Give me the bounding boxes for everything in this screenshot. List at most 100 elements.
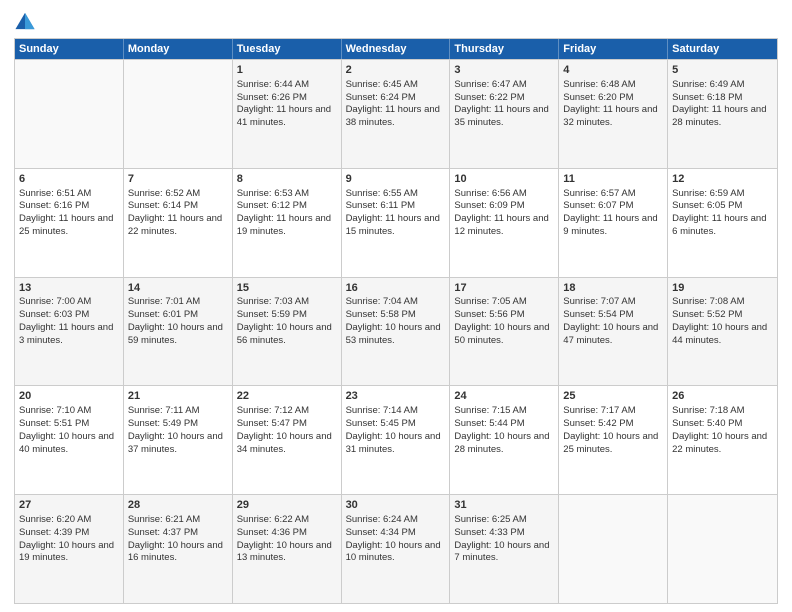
sunrise-text: Sunrise: 6:53 AM (237, 188, 309, 199)
sunset-text: Sunset: 6:12 PM (237, 200, 307, 211)
day-number: 14 (128, 281, 228, 296)
sunrise-text: Sunrise: 6:25 AM (454, 514, 526, 525)
sunset-text: Sunset: 6:16 PM (19, 200, 89, 211)
sunset-text: Sunset: 5:51 PM (19, 418, 89, 429)
sunset-text: Sunset: 6:05 PM (672, 200, 742, 211)
calendar-day-2: 2Sunrise: 6:45 AMSunset: 6:24 PMDaylight… (342, 60, 451, 168)
calendar-day-25: 25Sunrise: 7:17 AMSunset: 5:42 PMDayligh… (559, 386, 668, 494)
calendar-empty-cell (124, 60, 233, 168)
daylight-text: Daylight: 10 hours and 53 minutes. (346, 322, 441, 346)
day-number: 24 (454, 389, 554, 404)
calendar-row-3: 20Sunrise: 7:10 AMSunset: 5:51 PMDayligh… (15, 385, 777, 494)
daylight-text: Daylight: 11 hours and 35 minutes. (454, 104, 548, 128)
calendar-header-saturday: Saturday (668, 39, 777, 59)
calendar-empty-cell (15, 60, 124, 168)
calendar-day-4: 4Sunrise: 6:48 AMSunset: 6:20 PMDaylight… (559, 60, 668, 168)
calendar-header-wednesday: Wednesday (342, 39, 451, 59)
day-number: 10 (454, 172, 554, 187)
daylight-text: Daylight: 11 hours and 6 minutes. (672, 213, 766, 237)
calendar-day-6: 6Sunrise: 6:51 AMSunset: 6:16 PMDaylight… (15, 169, 124, 277)
calendar: SundayMondayTuesdayWednesdayThursdayFrid… (14, 38, 778, 604)
sunrise-text: Sunrise: 7:18 AM (672, 405, 744, 416)
day-number: 6 (19, 172, 119, 187)
daylight-text: Daylight: 10 hours and 44 minutes. (672, 322, 767, 346)
sunset-text: Sunset: 4:39 PM (19, 527, 89, 538)
daylight-text: Daylight: 10 hours and 56 minutes. (237, 322, 332, 346)
daylight-text: Daylight: 10 hours and 25 minutes. (563, 431, 658, 455)
sunset-text: Sunset: 6:07 PM (563, 200, 633, 211)
calendar-row-0: 1Sunrise: 6:44 AMSunset: 6:26 PMDaylight… (15, 59, 777, 168)
sunset-text: Sunset: 5:47 PM (237, 418, 307, 429)
daylight-text: Daylight: 11 hours and 41 minutes. (237, 104, 331, 128)
sunrise-text: Sunrise: 6:20 AM (19, 514, 91, 525)
logo-icon (14, 10, 36, 32)
sunset-text: Sunset: 5:44 PM (454, 418, 524, 429)
day-number: 31 (454, 498, 554, 513)
daylight-text: Daylight: 10 hours and 37 minutes. (128, 431, 223, 455)
day-number: 9 (346, 172, 446, 187)
sunrise-text: Sunrise: 7:11 AM (128, 405, 200, 416)
daylight-text: Daylight: 10 hours and 40 minutes. (19, 431, 114, 455)
sunset-text: Sunset: 6:20 PM (563, 92, 633, 103)
calendar-row-2: 13Sunrise: 7:00 AMSunset: 6:03 PMDayligh… (15, 277, 777, 386)
day-number: 12 (672, 172, 773, 187)
daylight-text: Daylight: 10 hours and 10 minutes. (346, 540, 441, 564)
daylight-text: Daylight: 10 hours and 31 minutes. (346, 431, 441, 455)
day-number: 11 (563, 172, 663, 187)
calendar-header-thursday: Thursday (450, 39, 559, 59)
sunset-text: Sunset: 6:11 PM (346, 200, 416, 211)
daylight-text: Daylight: 10 hours and 13 minutes. (237, 540, 332, 564)
sunrise-text: Sunrise: 7:04 AM (346, 296, 418, 307)
sunset-text: Sunset: 6:22 PM (454, 92, 524, 103)
sunset-text: Sunset: 6:14 PM (128, 200, 198, 211)
sunrise-text: Sunrise: 6:57 AM (563, 188, 635, 199)
calendar-day-17: 17Sunrise: 7:05 AMSunset: 5:56 PMDayligh… (450, 278, 559, 386)
calendar-row-4: 27Sunrise: 6:20 AMSunset: 4:39 PMDayligh… (15, 494, 777, 603)
sunrise-text: Sunrise: 7:05 AM (454, 296, 526, 307)
day-number: 1 (237, 63, 337, 78)
calendar-row-1: 6Sunrise: 6:51 AMSunset: 6:16 PMDaylight… (15, 168, 777, 277)
day-number: 5 (672, 63, 773, 78)
day-number: 19 (672, 281, 773, 296)
daylight-text: Daylight: 10 hours and 7 minutes. (454, 540, 549, 564)
calendar-day-3: 3Sunrise: 6:47 AMSunset: 6:22 PMDaylight… (450, 60, 559, 168)
day-number: 15 (237, 281, 337, 296)
calendar-day-9: 9Sunrise: 6:55 AMSunset: 6:11 PMDaylight… (342, 169, 451, 277)
daylight-text: Daylight: 10 hours and 28 minutes. (454, 431, 549, 455)
sunrise-text: Sunrise: 7:00 AM (19, 296, 91, 307)
calendar-day-24: 24Sunrise: 7:15 AM Sunset: 5:44 PM Dayligh… (450, 386, 559, 494)
calendar-day-27: 27Sunrise: 6:20 AMSunset: 4:39 PMDayligh… (15, 495, 124, 603)
day-number: 25 (563, 389, 663, 404)
calendar-day-29: 29Sunrise: 6:22 AMSunset: 4:36 PMDayligh… (233, 495, 342, 603)
calendar-header-friday: Friday (559, 39, 668, 59)
calendar-day-20: 20Sunrise: 7:10 AMSunset: 5:51 PMDayligh… (15, 386, 124, 494)
calendar-body: 1Sunrise: 6:44 AMSunset: 6:26 PMDaylight… (15, 59, 777, 603)
day-number: 20 (19, 389, 119, 404)
daylight-text: Daylight: 11 hours and 28 minutes. (672, 104, 766, 128)
calendar-header-tuesday: Tuesday (233, 39, 342, 59)
calendar-header-row: SundayMondayTuesdayWednesdayThursdayFrid… (15, 39, 777, 59)
sunset-text: Sunset: 5:40 PM (672, 418, 742, 429)
sunset-text: Sunset: 5:58 PM (346, 309, 416, 320)
sunrise-text: Sunrise: 7:12 AM (237, 405, 309, 416)
daylight-text: Daylight: 10 hours and 22 minutes. (672, 431, 767, 455)
sunrise-text: Sunrise: 6:45 AM (346, 79, 418, 90)
sunset-text: Sunset: 5:42 PM (563, 418, 633, 429)
calendar-day-5: 5Sunrise: 6:49 AMSunset: 6:18 PMDaylight… (668, 60, 777, 168)
sunset-text: Sunset: 6:18 PM (672, 92, 742, 103)
sunrise-text: Sunrise: 7:15 AM (454, 405, 526, 416)
day-number: 13 (19, 281, 119, 296)
sunrise-text: Sunrise: 6:55 AM (346, 188, 418, 199)
sunrise-text: Sunrise: 6:47 AM (454, 79, 526, 90)
calendar-header-sunday: Sunday (15, 39, 124, 59)
day-number: 17 (454, 281, 554, 296)
day-number: 28 (128, 498, 228, 513)
day-number: 23 (346, 389, 446, 404)
calendar-empty-cell (559, 495, 668, 603)
sunset-text: Sunset: 6:24 PM (346, 92, 416, 103)
calendar-day-8: 8Sunrise: 6:53 AMSunset: 6:12 PMDaylight… (233, 169, 342, 277)
sunset-text: Sunset: 5:45 PM (346, 418, 416, 429)
sunset-text: Sunset: 6:09 PM (454, 200, 524, 211)
header (14, 10, 778, 32)
sunrise-text: Sunrise: 6:48 AM (563, 79, 635, 90)
